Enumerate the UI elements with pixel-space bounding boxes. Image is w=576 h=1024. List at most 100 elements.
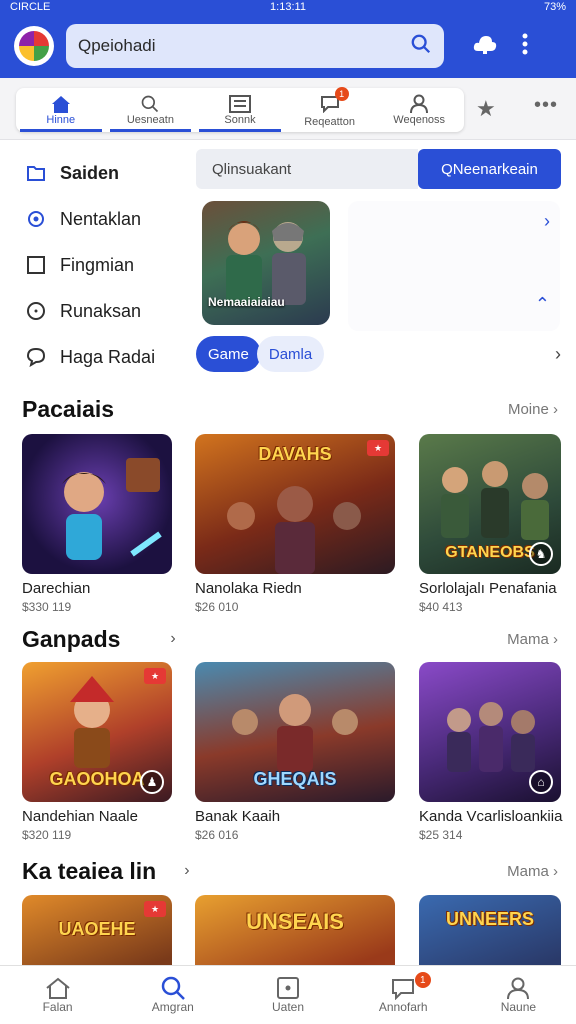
game-price: $26 010 <box>195 600 239 614</box>
sidebar-item-label: Runaksan <box>60 300 142 321</box>
chevron-right-icon[interactable]: › <box>170 630 175 648</box>
app-bar <box>0 14 576 78</box>
app-logo-icon[interactable] <box>14 26 54 66</box>
sidebar-item-runaksan[interactable]: Runaksan <box>24 288 194 334</box>
search-icon[interactable] <box>410 33 432 60</box>
game-title: Banak Kaaih <box>195 808 281 825</box>
more-link[interactable]: Mama › <box>507 631 558 648</box>
game-card[interactable]: UNSEAIS <box>195 895 395 965</box>
section-title: Ganpads <box>22 625 121 652</box>
game-price: $320 119 <box>22 828 72 842</box>
game-price: $25 314 <box>419 828 463 842</box>
filter-input[interactable]: Qlinsuakant <box>196 149 418 189</box>
speech-bubble-icon <box>24 345 48 369</box>
featured-game-title: Nemaaiaiaiau <box>208 295 285 309</box>
tab-label: Reqeatton <box>304 115 355 128</box>
bottom-nav-search[interactable]: Amgran <box>115 966 230 1024</box>
chat-icon <box>392 979 415 1000</box>
sidebar-item-nentaklan[interactable]: Nentaklan <box>24 196 194 242</box>
game-card[interactable]: GHEQAIS Banak Kaaih $26 016 <box>195 662 395 842</box>
bottom-nav-square[interactable]: Uaten <box>230 966 345 1024</box>
section-header: Ganpads › Mama › <box>22 624 558 654</box>
tab-profile[interactable]: Weqenoss <box>374 88 464 132</box>
square-dot-icon <box>277 977 299 999</box>
section-header: Pacaiais Moine › <box>22 394 558 424</box>
sidebar: Saiden Nentaklan Fingmian Runaksan Haga … <box>24 150 194 380</box>
user-icon <box>410 94 429 114</box>
pill-damla[interactable]: Damla <box>256 336 325 372</box>
game-card[interactable]: UNNEERS <box>419 895 561 965</box>
game-card[interactable]: DAVAHS ★ Nanolaka Riedn $26 010 <box>195 434 395 614</box>
game-logo-art: DAVAHS <box>258 444 332 464</box>
game-thumbnail: ⌂ <box>419 662 561 802</box>
pill-game[interactable]: Game <box>196 336 261 372</box>
search-icon <box>142 95 159 113</box>
sidebar-item-fingmian[interactable]: Fingmian <box>24 242 194 288</box>
chevron-right-icon[interactable]: › <box>555 344 561 365</box>
tab-label: Uesneatn <box>126 114 174 126</box>
game-title: Darechian <box>22 580 91 597</box>
more-link[interactable]: Moine › <box>508 401 558 418</box>
game-title: Kanda Vcarlisloankiia <box>419 808 563 825</box>
game-logo-art: UNNEERS <box>445 909 534 929</box>
featured-panel: › ⌃ <box>348 201 560 331</box>
sidebar-item-label: Saiden <box>60 162 120 183</box>
section-title: Pacaiais <box>22 395 115 422</box>
cloud-icon[interactable] <box>472 33 498 60</box>
game-thumbnail: UAOEHE ★ <box>22 895 172 965</box>
game-card[interactable]: UAOEHE ★ <box>22 895 172 965</box>
bottom-nav-label: Uaten <box>271 1000 305 1014</box>
more-link[interactable]: Mama › <box>507 863 558 880</box>
square-icon <box>24 253 48 277</box>
game-card[interactable]: GTANEOBS ♞ Sorlolajalı Penafania $40 413 <box>419 434 561 614</box>
search-box[interactable] <box>66 24 444 68</box>
sidebar-item-saiden[interactable]: Saiden <box>24 150 194 196</box>
bottom-nav: Falan Amgran Uaten 1 Annofarh Naune <box>0 965 576 1024</box>
chevron-up-icon[interactable]: ⌃ <box>535 294 550 315</box>
bottom-nav-profile[interactable]: Naune <box>461 966 576 1024</box>
search-icon <box>161 976 185 1000</box>
bottom-nav-home[interactable]: Falan <box>0 966 115 1024</box>
tab-label: Hinne <box>46 114 76 126</box>
notification-badge: 1 <box>414 972 431 988</box>
sidebar-item-haga-radai[interactable]: Haga Radai <box>24 334 194 380</box>
game-price: $330 119 <box>22 600 72 614</box>
tab-home[interactable]: Hinne <box>16 88 106 132</box>
game-price: $26 016 <box>195 828 239 842</box>
gear-icon <box>24 207 48 231</box>
game-title: Nanolaka Riedn <box>195 580 302 597</box>
tab-list[interactable]: Sonnk <box>195 88 285 132</box>
bottom-nav-label: Falan <box>42 1000 73 1014</box>
tab-label: Sonnk <box>224 114 256 126</box>
folder-icon <box>24 161 48 185</box>
more-horizontal-icon[interactable]: ••• <box>534 94 558 117</box>
game-title: Nandehian Naale <box>22 808 138 825</box>
user-icon <box>507 977 530 1000</box>
tab-strip: Hinne Uesneatn Sonnk 1 Reqeatton Weqenos… <box>0 78 576 140</box>
compass-icon <box>24 299 48 323</box>
bottom-nav-label: Annofarh <box>378 1000 428 1014</box>
bottom-nav-label: Naune <box>500 1000 537 1014</box>
category-pills: Game Damla › <box>196 336 561 372</box>
chevron-right-icon[interactable]: › <box>184 862 189 880</box>
more-vertical-icon[interactable] <box>522 33 528 60</box>
star-icon[interactable]: ★ <box>476 96 496 122</box>
game-logo-art: UAOEHE <box>58 919 136 939</box>
tab-search[interactable]: Uesneatn <box>106 88 196 132</box>
game-card[interactable]: Darechian $330 119 <box>22 434 172 614</box>
filter-button[interactable]: QNeenarkeain <box>418 149 561 189</box>
tab-messages[interactable]: 1 Reqeatton <box>285 86 375 132</box>
tag-icon: ★ <box>144 668 166 684</box>
tab-label: Weqenoss <box>393 114 446 126</box>
game-card[interactable]: GAOOHOA ★ ♟ Nandehian Naale $320 119 <box>22 662 172 842</box>
featured-game-card[interactable]: Nemaaiaiaiau <box>202 201 330 325</box>
round-badge-icon: ♟ <box>140 770 164 794</box>
search-input[interactable] <box>78 36 410 56</box>
carrier-label: CIRCLE <box>10 1 51 13</box>
game-thumbnail: UNSEAIS <box>195 895 395 965</box>
chevron-right-icon[interactable]: › <box>544 211 550 232</box>
battery-level: 73% <box>543 1 566 13</box>
game-card[interactable]: ⌂ Kanda Vcarlisloankiia $25 314 <box>419 662 563 842</box>
home-icon <box>51 96 70 113</box>
bottom-nav-messages[interactable]: 1 Annofarh <box>346 966 461 1024</box>
